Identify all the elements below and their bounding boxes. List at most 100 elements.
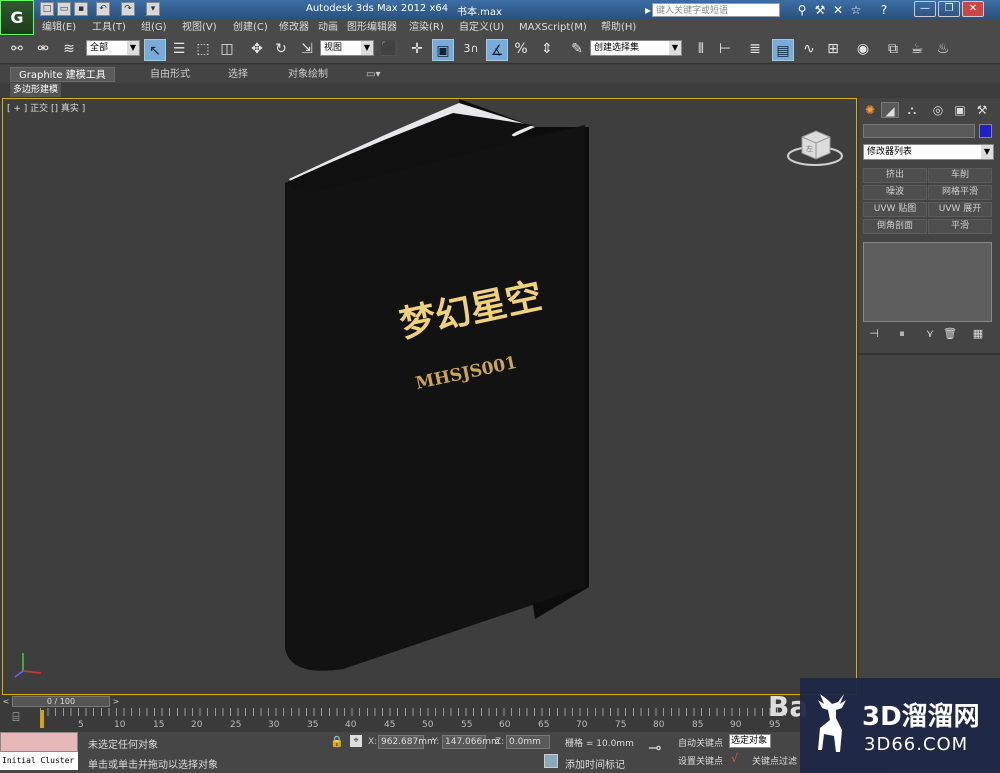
key-selection-set-dropdown[interactable]: 选定对象 <box>729 734 771 748</box>
bind-space-warp-icon[interactable]: ≋ <box>58 38 80 60</box>
snap-toggle-icon[interactable]: 3∩ <box>460 38 482 60</box>
layer-manager-icon[interactable]: ≣ <box>744 38 766 60</box>
select-and-link-icon[interactable]: ⚯ <box>6 38 28 60</box>
tab-freeform[interactable]: 自由形式 <box>142 67 198 82</box>
rendered-frame-window-icon[interactable]: ☕ <box>906 38 928 60</box>
menu-group[interactable]: 组(G) <box>141 21 167 35</box>
menu-create[interactable]: 创建(C) <box>233 21 268 35</box>
time-slider-next-icon[interactable]: > <box>110 696 122 708</box>
lathe-button[interactable]: 车削 <box>928 168 992 183</box>
ribbon-options-icon[interactable]: ▭▾ <box>358 67 388 82</box>
select-and-manipulate-icon[interactable]: ✛ <box>406 38 428 60</box>
configure-modifier-sets-icon[interactable]: ▦ <box>969 326 987 342</box>
open-file-icon[interactable]: ▭ <box>57 2 71 16</box>
modifier-list-dropdown[interactable]: 修改器列表 ▼ <box>863 144 994 160</box>
render-setup-icon[interactable]: ⧉ <box>882 38 904 60</box>
smooth-button[interactable]: 平滑 <box>928 219 992 234</box>
hierarchy-tab-icon[interactable]: ⛬ <box>903 102 921 118</box>
viewport-label[interactable]: [ + ] 正交 [] 真实 ] <box>7 101 85 114</box>
modifier-stack[interactable] <box>863 242 992 322</box>
angle-snap-icon[interactable]: ∡ <box>486 39 508 61</box>
menu-rendering[interactable]: 渲染(R) <box>409 21 444 35</box>
redo-icon[interactable]: ↷ <box>121 2 135 16</box>
tab-graphite-modeling[interactable]: Graphite 建模工具 <box>10 67 115 82</box>
reference-coordinate-dropdown[interactable]: 视图 ▼ <box>320 40 374 56</box>
noise-button[interactable]: 噪波 <box>863 185 927 200</box>
display-tab-icon[interactable]: ▣ <box>951 102 969 118</box>
mirror-icon[interactable]: ⫴ <box>690 38 712 60</box>
rectangular-selection-icon[interactable]: ⬚ <box>192 38 214 60</box>
absolute-mode-transform-icon[interactable]: ⌖ <box>350 735 362 747</box>
curve-editor-icon[interactable]: ∿ <box>798 38 820 60</box>
customize-quick-access-icon[interactable]: ▾ <box>146 2 160 16</box>
pin-stack-icon[interactable]: ⊣ <box>865 326 883 342</box>
help-icon[interactable]: ? <box>876 2 892 18</box>
new-file-icon[interactable]: □ <box>40 2 54 16</box>
make-unique-icon[interactable]: ⋎ <box>921 326 939 342</box>
app-logo-button[interactable]: G <box>0 0 34 35</box>
percent-snap-icon[interactable]: % <box>510 38 532 60</box>
named-selection-set-dropdown[interactable]: 创建选择集 ▼ <box>590 40 682 56</box>
viewcube[interactable]: 左 <box>786 127 844 167</box>
x-icon[interactable]: ✕ <box>830 2 846 18</box>
perspective-viewport[interactable]: [ + ] 正交 [] 真实 ] 梦幻星空 MHSJS001 左 <box>2 98 857 695</box>
pivot-center-icon[interactable]: ⬛ <box>378 38 400 60</box>
undo-icon[interactable]: ↶ <box>96 2 110 16</box>
auto-key-button[interactable]: 自动关键点 <box>678 736 723 749</box>
key-filters-icon[interactable]: √ <box>731 752 738 765</box>
utilities-tab-icon[interactable]: ⚒ <box>973 102 991 118</box>
render-production-icon[interactable]: ♨ <box>932 38 954 60</box>
show-end-result-icon[interactable]: ⏸ <box>893 326 911 342</box>
maxscript-listener-mini[interactable] <box>0 732 78 752</box>
binoculars-icon[interactable]: ⚲ <box>794 2 810 18</box>
set-key-icon[interactable]: ⊸ <box>648 738 661 757</box>
key-filters-button[interactable]: 关键点过滤 <box>752 754 797 767</box>
select-object-icon[interactable]: ↖ <box>144 39 166 61</box>
set-key-button[interactable]: 设置关键点 <box>678 754 723 767</box>
schematic-view-icon[interactable]: ⊞ <box>822 38 844 60</box>
unwrap-uvw-button[interactable]: UVW 展开 <box>928 202 992 217</box>
minimize-button[interactable]: — <box>914 1 936 17</box>
favorites-star-icon[interactable]: ☆ <box>848 2 864 18</box>
y-coordinate-field[interactable]: 147.066mm <box>442 735 500 749</box>
panel-polygon-modeling[interactable]: 多边形建模 <box>10 83 62 97</box>
spinner-snap-icon[interactable]: ⇕ <box>536 38 558 60</box>
menu-modifiers[interactable]: 修改器 <box>279 21 309 35</box>
window-crossing-icon[interactable]: ◫ <box>216 38 238 60</box>
menu-animation[interactable]: 动画 <box>318 21 338 35</box>
search-input[interactable]: 键入关键字或短语 <box>652 3 780 17</box>
wrench-icon[interactable]: ⚒ <box>812 2 828 18</box>
z-coordinate-field[interactable]: 0.0mm <box>506 735 550 749</box>
x-coordinate-field[interactable]: 962.687mm <box>378 735 436 749</box>
tab-selection[interactable]: 选择 <box>220 67 256 82</box>
open-mini-curve-editor-icon[interactable]: ⌸ <box>6 710 26 728</box>
material-editor-icon[interactable]: ◉ <box>852 38 874 60</box>
close-button[interactable]: ✕ <box>962 1 984 17</box>
menu-customize[interactable]: 自定义(U) <box>459 21 504 35</box>
unlink-icon[interactable]: ⚮ <box>32 38 54 60</box>
selection-lock-icon[interactable]: 🔒 <box>330 735 344 748</box>
graphite-ribbon-toggle-icon[interactable]: ▤ <box>772 39 794 61</box>
menu-graph-editors[interactable]: 图形编辑器 <box>347 21 397 35</box>
select-and-move-icon[interactable]: ✥ <box>246 38 268 60</box>
select-and-rotate-icon[interactable]: ↻ <box>270 38 292 60</box>
menu-views[interactable]: 视图(V) <box>182 21 217 35</box>
uvw-map-button[interactable]: UVW 贴图 <box>863 202 927 217</box>
motion-tab-icon[interactable]: ◎ <box>929 102 947 118</box>
save-file-icon[interactable]: ▪ <box>74 2 88 16</box>
menu-edit[interactable]: 编辑(E) <box>42 21 76 35</box>
select-and-scale-icon[interactable]: ⇲ <box>296 38 318 60</box>
keyboard-shortcut-override-icon[interactable]: ▣ <box>432 39 454 61</box>
create-tab-icon[interactable]: ✺ <box>861 102 879 118</box>
tab-object-paint[interactable]: 对象绘制 <box>280 67 336 82</box>
time-tag-icon[interactable] <box>544 754 558 768</box>
align-icon[interactable]: ⊢ <box>714 38 736 60</box>
selection-filter-dropdown[interactable]: 全部 ▼ <box>86 40 140 56</box>
menu-maxscript[interactable]: MAXScript(M) <box>519 21 587 35</box>
book-model[interactable]: 梦幻星空 MHSJS001 <box>283 99 603 696</box>
menu-tools[interactable]: 工具(T) <box>92 21 126 35</box>
restore-button[interactable]: ❐ <box>938 1 960 17</box>
time-slider-prev-icon[interactable]: < <box>0 696 12 708</box>
edit-named-selection-icon[interactable]: ✎ <box>566 38 588 60</box>
object-name-field[interactable] <box>863 124 975 138</box>
